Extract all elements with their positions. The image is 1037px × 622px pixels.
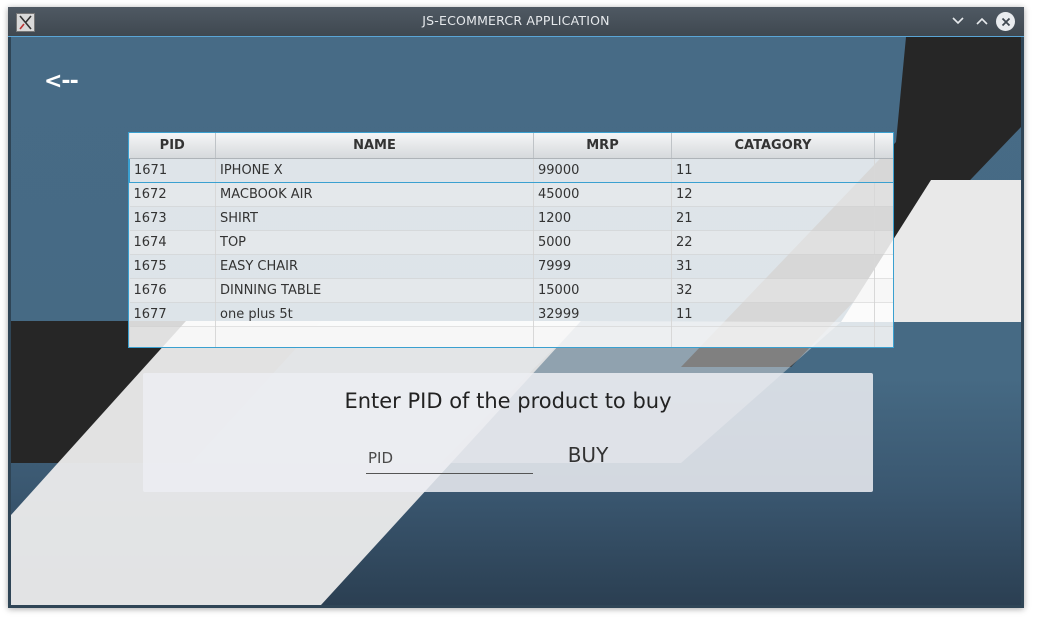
- table-row[interactable]: 1673 SHIRT 1200 21: [129, 206, 893, 231]
- cell-name[interactable]: MACBOOK AIR: [215, 182, 534, 207]
- maximize-button[interactable]: [972, 11, 992, 31]
- cell-name[interactable]: SHIRT: [215, 206, 534, 231]
- cell-empty: [129, 326, 216, 347]
- table-row[interactable]: 1676 DINNING TABLE 15000 32: [129, 278, 893, 303]
- cell-name[interactable]: TOP: [215, 230, 534, 255]
- window-title: JS-ECOMMERCR APPLICATION: [422, 13, 610, 28]
- cell-mrp[interactable]: 1200: [533, 206, 672, 231]
- title-bar[interactable]: JS-ECOMMERCR APPLICATION: [8, 7, 1024, 37]
- main-content: <-- PID NAME MRP CATAGORY 1671 IPHONE X …: [11, 37, 1021, 605]
- column-header-mrp[interactable]: MRP: [533, 133, 672, 159]
- products-table[interactable]: PID NAME MRP CATAGORY 1671 IPHONE X 99000 1…: [128, 132, 894, 348]
- table-row[interactable]: 1675 EASY CHAIR 7999 31: [129, 254, 893, 279]
- cell-category[interactable]: 32: [671, 278, 875, 303]
- back-button[interactable]: <--: [44, 69, 79, 94]
- table-row-empty: [129, 326, 893, 347]
- column-header-name[interactable]: NAME: [215, 133, 534, 159]
- cell-mrp[interactable]: 7999: [533, 254, 672, 279]
- cell-name[interactable]: DINNING TABLE: [215, 278, 534, 303]
- cell-pid[interactable]: 1673: [129, 206, 216, 231]
- column-header-pid[interactable]: PID: [129, 133, 216, 159]
- cell-pid[interactable]: 1674: [129, 230, 216, 255]
- cell-pid[interactable]: 1677: [129, 302, 216, 327]
- buy-button[interactable]: BUY: [558, 439, 618, 471]
- cell-mrp[interactable]: 45000: [533, 182, 672, 207]
- cell-empty: [533, 326, 672, 347]
- column-header-filler: [874, 133, 893, 159]
- chevron-up-icon: [976, 17, 988, 25]
- cell-filler: [874, 206, 893, 231]
- cell-category[interactable]: 22: [671, 230, 875, 255]
- cell-category[interactable]: 12: [671, 182, 875, 207]
- cell-name[interactable]: EASY CHAIR: [215, 254, 534, 279]
- cell-pid[interactable]: 1675: [129, 254, 216, 279]
- cell-filler: [874, 302, 893, 327]
- cell-mrp[interactable]: 15000: [533, 278, 672, 303]
- cell-category[interactable]: 11: [671, 158, 875, 183]
- pid-input[interactable]: [366, 443, 533, 474]
- cell-filler: [874, 230, 893, 255]
- table-row[interactable]: 1671 IPHONE X 99000 11: [129, 158, 893, 183]
- cell-category[interactable]: 11: [671, 302, 875, 327]
- chevron-down-icon: [952, 17, 964, 25]
- close-icon: [1001, 17, 1010, 26]
- cell-pid[interactable]: 1676: [129, 278, 216, 303]
- table-row[interactable]: 1672 MACBOOK AIR 45000 12: [129, 182, 893, 207]
- cell-category[interactable]: 31: [671, 254, 875, 279]
- table-row[interactable]: 1677 one plus 5t 32999 11: [129, 302, 893, 327]
- cell-name[interactable]: IPHONE X: [215, 158, 534, 183]
- cell-category[interactable]: 21: [671, 206, 875, 231]
- close-button[interactable]: [996, 12, 1015, 31]
- cell-name[interactable]: one plus 5t: [215, 302, 534, 327]
- buy-prompt: Enter PID of the product to buy: [344, 389, 672, 413]
- app-window: JS-ECOMMERCR APPLICATION <-- PID NAME MR…: [8, 7, 1024, 608]
- cell-pid[interactable]: 1672: [129, 182, 216, 207]
- cell-empty: [215, 326, 534, 347]
- cell-filler: [874, 278, 893, 303]
- cell-empty: [874, 326, 893, 347]
- column-header-category[interactable]: CATAGORY: [671, 133, 875, 159]
- table-row[interactable]: 1674 TOP 5000 22: [129, 230, 893, 255]
- cell-mrp[interactable]: 32999: [533, 302, 672, 327]
- cell-mrp[interactable]: 99000: [533, 158, 672, 183]
- table-header-row: PID NAME MRP CATAGORY: [129, 133, 893, 159]
- cell-filler: [874, 254, 893, 279]
- cell-filler: [874, 182, 893, 207]
- buy-panel: Enter PID of the product to buy BUY: [143, 373, 873, 492]
- cell-empty: [671, 326, 875, 347]
- cell-filler: [874, 158, 893, 183]
- cell-mrp[interactable]: 5000: [533, 230, 672, 255]
- cell-pid[interactable]: 1671: [129, 158, 216, 183]
- minimize-button[interactable]: [948, 11, 968, 31]
